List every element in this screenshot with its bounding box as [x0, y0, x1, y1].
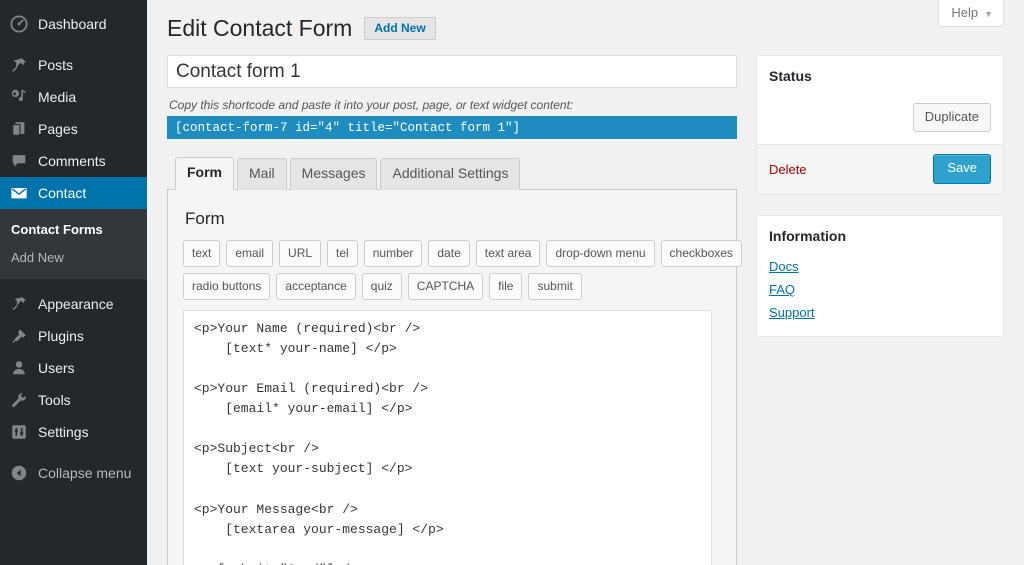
- main-column: Copy this shortcode and paste it into yo…: [167, 55, 742, 565]
- information-heading: Information: [769, 228, 846, 245]
- collapse-menu-label: Collapse menu: [38, 465, 132, 482]
- tag-button-checkboxes[interactable]: checkboxes: [660, 239, 742, 267]
- form-title-input[interactable]: [167, 55, 737, 88]
- sidebar-item-label: Plugins: [38, 328, 84, 345]
- tag-button-captcha[interactable]: CAPTCHA: [407, 272, 484, 300]
- sidebar-item-comments[interactable]: Comments: [0, 145, 147, 177]
- sidebar-item-posts[interactable]: Posts: [0, 49, 147, 81]
- help-tab-label: Help: [951, 5, 979, 20]
- contact-form-editor-tabs: Form Mail Messages Additional Settings: [167, 156, 737, 190]
- sidebar-item-label: Users: [38, 360, 75, 377]
- dashboard-icon: [9, 14, 29, 34]
- collapse-menu-button[interactable]: Collapse menu: [0, 457, 147, 489]
- admin-body: Help ▼ Edit Contact Form Add New Copy thi…: [147, 0, 1024, 565]
- shortcode-description: Copy this shortcode and paste it into yo…: [169, 98, 574, 112]
- sidebar-item-label: Media: [38, 89, 77, 105]
- tag-button-quiz[interactable]: quiz: [361, 272, 402, 300]
- wp-admin-screen: Dashboard Posts Media Pages Comments Con…: [0, 0, 1024, 565]
- users-icon: [9, 358, 29, 378]
- information-links: Docs FAQ Support: [757, 257, 1003, 336]
- tag-button-email[interactable]: email: [226, 239, 274, 267]
- tag-generator-buttons: text email URL tel number date text area…: [183, 239, 742, 300]
- tag-button-drop-down-menu[interactable]: drop-down menu: [546, 239, 655, 267]
- tag-row: radio buttons acceptance quiz CAPTCHA fi…: [183, 272, 721, 300]
- add-new-button[interactable]: Add New: [364, 17, 436, 40]
- sidebar-item-tools[interactable]: Tools: [0, 384, 147, 416]
- form-panel: Form text email URL tel number date text…: [167, 188, 742, 565]
- sidebar-item-label: Tools: [38, 392, 71, 409]
- sidebar-item-label: Contact: [38, 185, 87, 201]
- menu-separator: [0, 279, 147, 288]
- sidebar-item-users[interactable]: Users: [0, 352, 147, 384]
- chevron-down-icon: ▼: [984, 9, 993, 19]
- tag-button-radio-buttons[interactable]: radio buttons: [183, 272, 271, 300]
- settings-icon: [9, 422, 29, 442]
- form-markup-textarea[interactable]: <p>Your Name (required)<br /> [text* you…: [183, 309, 712, 565]
- tag-button-text-area[interactable]: text area: [475, 239, 541, 267]
- tab-form[interactable]: Form: [175, 157, 234, 190]
- docs-link[interactable]: Docs: [769, 259, 991, 274]
- sidebar-item-label: Pages: [38, 121, 78, 137]
- menu-separator: [0, 448, 147, 457]
- tag-button-url[interactable]: URL: [279, 239, 322, 267]
- status-major-actions: Delete Save: [757, 144, 1003, 195]
- faq-link[interactable]: FAQ: [769, 282, 991, 297]
- content-columns: Copy this shortcode and paste it into yo…: [147, 55, 1024, 565]
- tag-button-submit[interactable]: submit: [528, 272, 582, 300]
- tools-icon: [9, 390, 29, 410]
- tag-row: text email URL tel number date text area…: [183, 239, 742, 267]
- tab-additional-settings[interactable]: Additional Settings: [380, 158, 521, 190]
- sidebar-item-contact[interactable]: Contact: [0, 177, 147, 209]
- status-heading: Status: [769, 68, 812, 84]
- sidebar-item-settings[interactable]: Settings: [0, 416, 147, 448]
- media-icon: [9, 87, 29, 107]
- tag-button-file[interactable]: file: [489, 272, 523, 300]
- sidebar-item-label: Dashboard: [38, 16, 107, 32]
- sidebar-item-label: Posts: [38, 57, 74, 73]
- page-header: Edit Contact Form Add New: [147, 0, 1024, 43]
- tab-messages[interactable]: Messages: [289, 158, 378, 190]
- support-link[interactable]: Support: [769, 305, 991, 320]
- tag-button-acceptance[interactable]: acceptance: [276, 272, 356, 300]
- save-button[interactable]: Save: [933, 154, 991, 185]
- help-tab-button[interactable]: Help ▼: [938, 0, 1004, 27]
- sidebar-item-plugins[interactable]: Plugins: [0, 320, 147, 352]
- sidebar-item-dashboard[interactable]: Dashboard: [0, 8, 147, 40]
- information-metabox: Information Docs FAQ Support: [756, 215, 1004, 337]
- tag-button-number[interactable]: number: [363, 239, 423, 267]
- comments-icon: [9, 151, 29, 171]
- tab-mail[interactable]: Mail: [237, 158, 287, 190]
- status-minor-actions: Duplicate: [757, 97, 1003, 145]
- status-metabox: Status Duplicate Delete Save: [756, 55, 1004, 196]
- menu-separator: [0, 40, 147, 49]
- shortcode-input[interactable]: [167, 116, 737, 139]
- sidebar-item-label: Comments: [38, 153, 106, 169]
- sidebar-item-appearance[interactable]: Appearance: [0, 288, 147, 320]
- pages-icon: [9, 119, 29, 139]
- submenu-item-contact-forms[interactable]: Contact Forms: [0, 216, 147, 244]
- plugins-icon: [9, 326, 29, 346]
- page-title: Edit Contact Form: [167, 15, 353, 41]
- panel-heading: Form: [185, 208, 225, 228]
- sidebar-item-label: Settings: [38, 424, 89, 441]
- admin-sidebar: Dashboard Posts Media Pages Comments Con…: [0, 0, 147, 565]
- delete-link[interactable]: Delete: [769, 162, 807, 177]
- collapse-arrow-icon: [9, 463, 29, 483]
- pin-icon: [9, 55, 29, 75]
- contact-submenu: Contact Forms Add New: [0, 209, 147, 280]
- submenu-item-add-new[interactable]: Add New: [0, 244, 147, 272]
- side-column: Status Duplicate Delete Save Information…: [756, 55, 1004, 565]
- tag-button-text[interactable]: text: [183, 239, 221, 267]
- envelope-icon: [9, 183, 29, 203]
- sidebar-item-media[interactable]: Media: [0, 81, 147, 113]
- appearance-icon: [9, 294, 29, 314]
- duplicate-button[interactable]: Duplicate: [912, 102, 991, 133]
- sidebar-item-label: Appearance: [38, 296, 114, 313]
- sidebar-item-pages[interactable]: Pages: [0, 113, 147, 145]
- tag-button-date[interactable]: date: [428, 239, 470, 267]
- tag-button-tel[interactable]: tel: [327, 239, 358, 267]
